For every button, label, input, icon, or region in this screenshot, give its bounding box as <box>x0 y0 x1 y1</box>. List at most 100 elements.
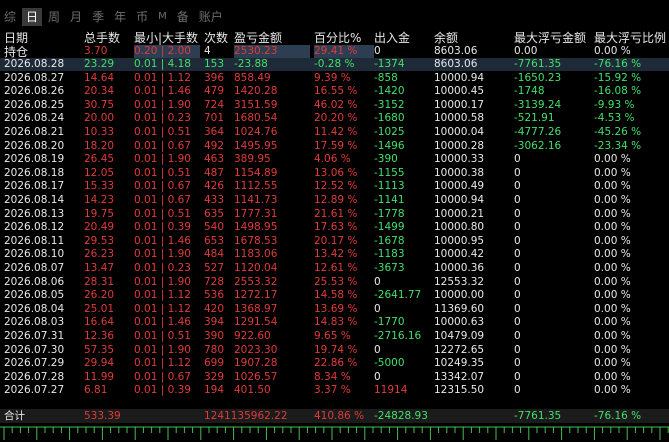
table-row[interactable]: 2026.07.27 6.81 0.01 | 0.39 194 401.50 3.37 %… <box>0 384 669 397</box>
cell-max-float: 0 <box>514 194 521 206</box>
table-row[interactable]: 2026.08.20 18.20 0.01 | 0.67 492 1495.95 17.5… <box>0 140 669 153</box>
cell-max-float-pct: -9.93 % <box>594 98 635 111</box>
table-row[interactable]: 2026.08.24 20.00 0.01 | 0.23 701 1680.54 20.2… <box>0 112 669 125</box>
tab-8[interactable]: 备 <box>173 8 193 26</box>
cell-balance: 11369.60 <box>434 302 485 315</box>
table-row[interactable]: 2026.08.12 20.49 0.01 | 0.39 540 1498.95 17.6… <box>0 221 669 234</box>
cell-count: 653 <box>204 234 225 247</box>
cell-count: 364 <box>204 126 225 138</box>
tab-9[interactable]: 账户 <box>195 8 227 26</box>
header-min-max-lots[interactable]: 最小|大手数 <box>134 31 200 45</box>
cell-minmax: 0.01 | 1.90 <box>134 98 191 111</box>
cell-count: 536 <box>204 289 225 302</box>
top-strip <box>0 0 669 6</box>
cell-flow: -1680 <box>374 112 405 125</box>
cell-max-float-pct: 0.00 % <box>594 302 631 315</box>
cell-pnl: 1678.53 <box>234 234 278 247</box>
tab-4[interactable]: 季 <box>88 8 108 26</box>
cell-lots: 10.33 <box>84 126 115 138</box>
cell-max-float: 0 <box>514 370 521 383</box>
cell-minmax: 0.01 | 1.90 <box>134 343 191 356</box>
header-count[interactable]: 次数 <box>204 31 232 45</box>
table-row[interactable]: 2026.08.14 14.23 0.01 | 0.67 433 1141.73 12.8… <box>0 194 669 207</box>
position-row[interactable]: 3.70 0.20 | 2.00 4 2530.23 29.41 % 0 860… <box>0 45 669 58</box>
tab-3[interactable]: 月 <box>66 8 86 26</box>
cell-minmax: 0.01 | 0.51 <box>134 166 191 179</box>
tab-0[interactable]: 综 <box>0 8 20 26</box>
table-row[interactable]: 2026.08.11 29.53 0.01 | 1.46 653 1678.53 20.1… <box>0 235 669 248</box>
tab-7[interactable]: M <box>154 8 171 26</box>
cell-date: 2026.08.25 <box>4 98 65 111</box>
table-row[interactable]: 2026.08.04 25.01 0.01 | 1.12 420 1368.97 13.6… <box>0 303 669 316</box>
cell-count: 433 <box>204 194 225 206</box>
table-row[interactable]: 2026.08.03 16.64 0.01 | 1.46 394 1291.54 14.8… <box>0 316 669 329</box>
cell-lots: 26.45 <box>84 153 115 166</box>
cell-pct: 14.58 % <box>314 289 358 302</box>
table-row[interactable]: 2026.08.05 26.20 0.01 | 1.12 536 1272.17 14.5… <box>0 289 669 302</box>
cell-date: 2026.08.05 <box>4 289 65 302</box>
header-balance[interactable]: 余额 <box>434 31 512 45</box>
table-row[interactable]: 2026.08.26 20.34 0.01 | 1.46 479 1420.28 16.5… <box>0 85 669 98</box>
table-row[interactable]: 2026.08.27 14.64 0.01 | 1.12 396 858.49 9.39 … <box>0 72 669 85</box>
cell-max-float-pct: 0.00 % <box>594 221 631 234</box>
cell-max-float-pct: -45.26 % <box>594 126 642 138</box>
cell-pnl: 1291.54 <box>234 316 278 329</box>
header-percent[interactable]: 百分比% <box>314 31 374 45</box>
cell-max-float: 0 <box>514 180 521 193</box>
table-row[interactable]: 2026.08.17 15.33 0.01 | 0.67 426 1112.55 12.5… <box>0 180 669 193</box>
cell-lots: 14.23 <box>84 194 115 206</box>
cell-pnl: 858.49 <box>234 71 271 84</box>
cell-max-float: 0 <box>514 316 521 329</box>
table-row[interactable]: 2026.08.13 19.75 0.01 | 0.51 635 1777.31 21.6… <box>0 208 669 221</box>
cell-count: 329 <box>204 370 225 383</box>
timeline-ticks <box>0 424 669 442</box>
cell-flow: 0 <box>374 370 381 383</box>
total-row[interactable]: 合计 533.39 1241135962.22 410.86 % -24828.… <box>0 409 669 423</box>
cell-date: 2026.08.10 <box>4 248 65 261</box>
header-max-float-ratio[interactable]: 最大浮亏比例 <box>594 31 668 45</box>
table-row[interactable]: 2026.08.25 30.75 0.01 | 1.90 724 3151.59 46.0… <box>0 99 669 112</box>
table-row[interactable]: 2026.08.28 23.29 0.01 | 4.18 153 -23.88 -0.28… <box>0 58 669 71</box>
tab-2[interactable]: 周 <box>44 8 64 26</box>
cell-pnl: 1907.28 <box>234 357 278 370</box>
tab-6[interactable]: 币 <box>132 8 152 26</box>
tab-1[interactable]: 日 <box>22 8 43 26</box>
cell-minmax: 0.01 | 0.67 <box>134 139 191 152</box>
cell-pnl: 1680.54 <box>234 112 278 125</box>
cell-minmax: 0.01 | 0.39 <box>134 221 191 234</box>
table-row[interactable]: 2026.08.06 28.31 0.01 | 1.90 728 2553.32 25.5… <box>0 276 669 289</box>
table-row[interactable]: 2026.07.30 57.35 0.01 | 1.90 780 2023.30 19.7… <box>0 344 669 357</box>
cell-balance: 10000.28 <box>434 139 485 152</box>
cell-date: 2026.08.21 <box>4 126 65 138</box>
cell-minmax: 0.01 | 1.46 <box>134 85 191 98</box>
cell-minmax: 0.01 | 1.46 <box>134 316 191 329</box>
total-flow: -24828.93 <box>374 410 428 422</box>
table-row[interactable]: 2026.08.07 13.47 0.01 | 0.23 527 1120.04 12.6… <box>0 262 669 275</box>
table-row[interactable]: 2026.08.18 12.05 0.01 | 0.51 487 1154.89 13.0… <box>0 167 669 180</box>
cell-max-float-pct: 0.00 % <box>594 357 631 370</box>
header-date[interactable]: 日期 <box>4 31 82 45</box>
cell-count: 394 <box>204 316 225 329</box>
cell-balance: 10000.42 <box>434 248 485 261</box>
table-row[interactable]: 2026.07.29 29.94 0.01 | 1.12 699 1907.28 22.8… <box>0 357 669 370</box>
tab-5[interactable]: 年 <box>110 8 130 26</box>
table-row[interactable]: 2026.08.21 10.33 0.01 | 0.51 364 1024.76 11.4… <box>0 126 669 139</box>
cell-balance: 8603.06 <box>434 58 478 70</box>
total-max-float-ratio: -76.16 % <box>594 410 642 422</box>
header-lots[interactable]: 总手数 <box>84 31 130 45</box>
cell-minmax: 0.01 | 0.67 <box>134 180 191 193</box>
header-max-float-loss[interactable]: 最大浮亏金额 <box>514 31 592 45</box>
cell-max-float: 0 <box>514 343 521 356</box>
cell-max-float: 0 <box>514 275 521 288</box>
cell-max-float: -4777.26 <box>514 126 562 138</box>
header-flow[interactable]: 出入金 <box>374 31 432 45</box>
table-row[interactable]: 2026.07.28 11.99 0.01 | 0.67 329 1026.57 8.34… <box>0 371 669 384</box>
table-row[interactable]: 2026.08.19 26.45 0.01 | 1.90 463 389.95 4.06 … <box>0 153 669 166</box>
table-row[interactable]: 2026.07.31 12.36 0.01 | 0.51 390 922.60 9.65 … <box>0 330 669 343</box>
position-balance: 8603.06 <box>434 45 478 57</box>
cell-pnl: -23.88 <box>234 58 268 70</box>
cell-count: 492 <box>204 139 225 152</box>
cell-count: 487 <box>204 166 225 179</box>
table-row[interactable]: 2026.08.10 26.23 0.01 | 1.90 484 1183.06 13.4… <box>0 248 669 261</box>
header-pnl[interactable]: 盈亏金额 <box>234 31 310 45</box>
